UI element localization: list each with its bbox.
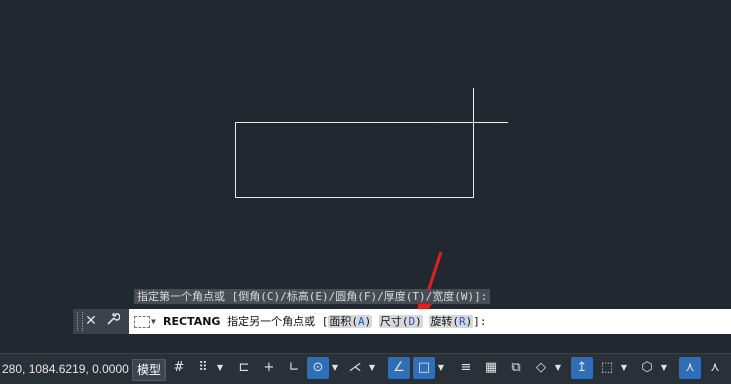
option-key: D xyxy=(408,315,416,328)
auto-scale-icon[interactable]: ⋏ xyxy=(704,357,726,379)
command-prompt: 指定另一个角点或 [ xyxy=(227,315,329,328)
infer-constraints-icon[interactable]: ⊏ xyxy=(233,357,255,379)
command-name: RECTANG xyxy=(163,315,221,328)
command-input[interactable]: ▼ RECTANG 指定另一个角点或 [面积(A) 尺寸(D) 旋转(R)]: xyxy=(129,309,731,334)
status-bar: 280, 1084.6219, 0.0000 模型 # ⠿ ▼ ⊏ + ∟ ⊙ … xyxy=(0,353,731,384)
dynamic-input-icon[interactable]: + xyxy=(258,357,280,379)
chevron-down-icon[interactable]: ▼ xyxy=(659,357,669,379)
model-tab[interactable]: 模型 xyxy=(132,359,167,381)
chevron-down-icon[interactable]: ▼ xyxy=(553,357,563,379)
drawing-svg xyxy=(235,88,508,326)
selection-filter-icon[interactable]: ⬚ xyxy=(596,357,618,379)
snap-mode-icon[interactable]: ⠿ xyxy=(192,357,214,379)
object-snap-tracking-icon[interactable]: ∠ xyxy=(388,357,410,379)
command-suffix: ]: xyxy=(473,315,487,328)
transparency-icon[interactable]: ▦ xyxy=(480,357,502,379)
divider xyxy=(164,360,165,378)
lineweight-icon[interactable]: ≡ xyxy=(455,357,477,379)
drawing-canvas[interactable] xyxy=(0,0,731,333)
command-history-line: 指定第一个角点或 [倒角(C)/标高(E)/圆角(F)/厚度(T)/宽度(W)]… xyxy=(134,289,491,304)
isometric-icon[interactable]: ⋌ xyxy=(344,357,366,379)
rectangle-entity[interactable] xyxy=(235,122,474,198)
chevron-down-icon[interactable]: ▼ xyxy=(619,357,629,379)
annotation-visibility-icon[interactable]: ⋏ xyxy=(679,357,701,379)
close-icon[interactable]: ✕ xyxy=(83,312,99,331)
option-rotation[interactable]: 旋转(R) xyxy=(429,315,474,328)
object-snap-icon[interactable]: □ xyxy=(413,357,435,379)
option-area[interactable]: 面积(A) xyxy=(328,315,373,328)
chevron-down-icon[interactable]: ▼ xyxy=(367,357,377,379)
polar-tracking-icon[interactable]: ⊙ xyxy=(307,357,329,379)
chevron-down-icon[interactable]: ▼ xyxy=(215,357,225,379)
option-key: A xyxy=(357,315,365,328)
chevron-down-icon[interactable]: ▼ xyxy=(151,309,156,334)
option-label: 尺寸 xyxy=(379,315,402,328)
chevron-down-icon[interactable]: ▼ xyxy=(436,357,446,379)
dynamic-ucs-icon[interactable]: ↥ xyxy=(571,357,593,379)
option-label: 旋转 xyxy=(430,315,453,328)
command-bar: ✕ ▼ RECTANG 指定另一个角点或 [面积(A) 尺寸(D) 旋转(R)]… xyxy=(73,309,731,334)
3d-osnap-icon[interactable]: ◇ xyxy=(530,357,552,379)
recent-commands-icon[interactable] xyxy=(134,316,150,328)
grid-icon[interactable]: # xyxy=(168,357,190,379)
option-label: 面积 xyxy=(329,315,352,328)
gizmo-icon[interactable]: ⬡ xyxy=(636,357,658,379)
wrench-icon[interactable] xyxy=(105,312,121,332)
ortho-icon[interactable]: ∟ xyxy=(283,357,305,379)
option-key: R xyxy=(458,315,466,328)
option-dimensions[interactable]: 尺寸(D) xyxy=(378,315,423,328)
coordinate-readout[interactable]: 280, 1084.6219, 0.0000 xyxy=(0,354,129,384)
chevron-down-icon[interactable]: ▼ xyxy=(330,357,340,379)
selection-cycling-icon[interactable]: ⧉ xyxy=(505,357,527,379)
